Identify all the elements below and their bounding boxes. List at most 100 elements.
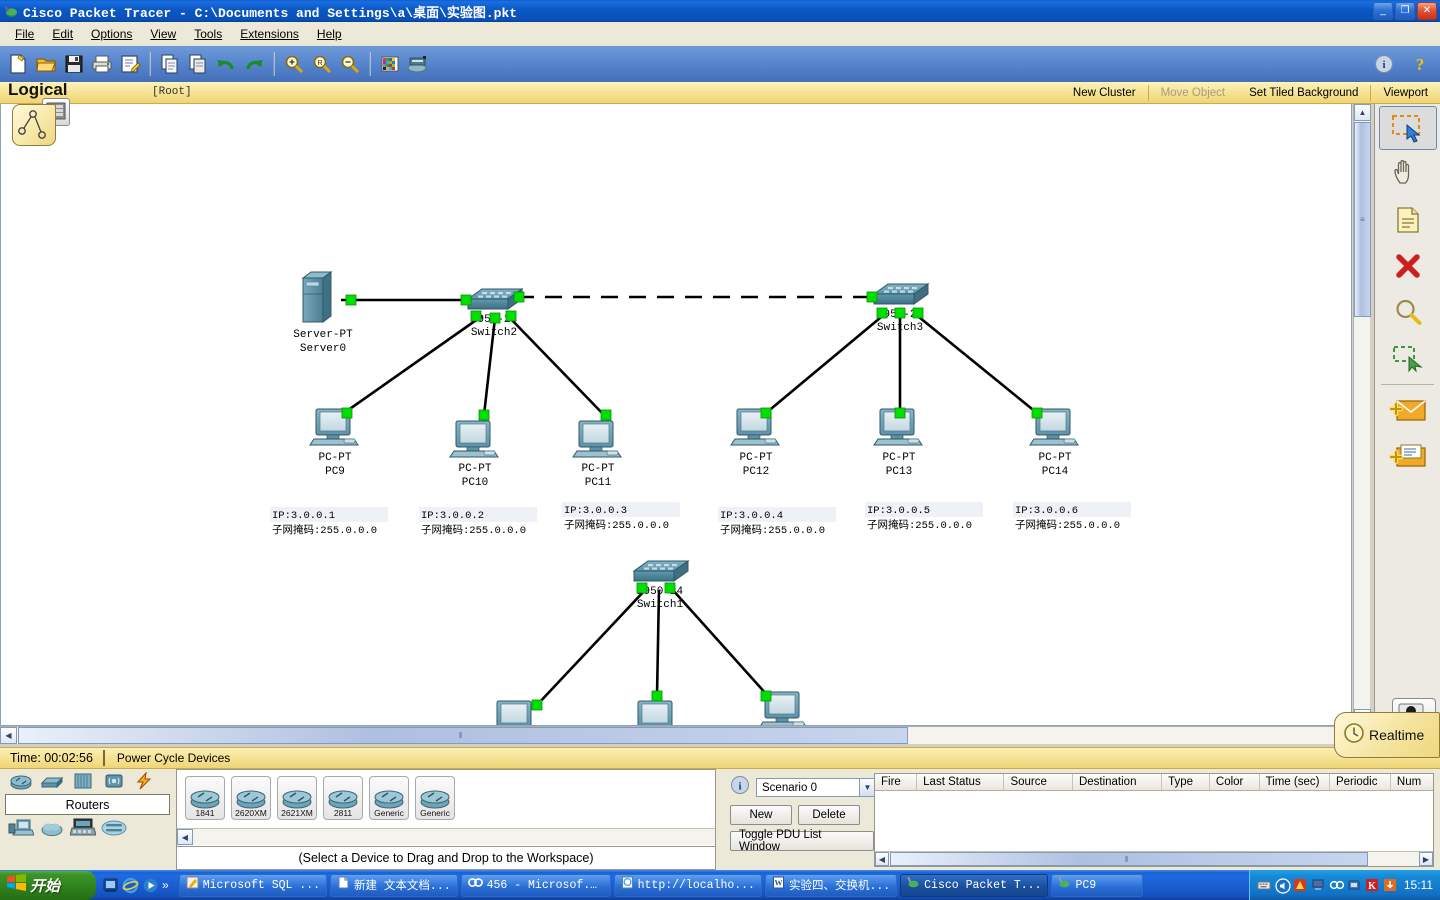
logical-workspace-canvas[interactable]: Server-PT Server0 2950-24 Switch2 2950-2… <box>0 104 1352 726</box>
device-pc10[interactable] <box>449 420 499 458</box>
print-icon[interactable] <box>88 49 116 79</box>
toggle-pdu-list-button[interactable]: Toggle PDU List Window <box>730 829 874 853</box>
resize-shape-tool[interactable] <box>1379 336 1437 380</box>
wireless-category-icon[interactable] <box>101 771 127 791</box>
pdu-col-type[interactable]: Type <box>1162 774 1210 790</box>
add-complex-pdu-tool[interactable] <box>1379 435 1437 479</box>
network-icon[interactable] <box>1311 878 1325 892</box>
pdu-scroll-left-arrow[interactable]: ◀ <box>875 852 889 866</box>
workspace-horizontal-scrollbar[interactable]: ◀ ⦀ ▶ <box>0 726 1353 744</box>
view-switcher-bubble[interactable] <box>12 98 70 150</box>
end-devices-category-icon[interactable] <box>8 818 34 838</box>
vertical-scroll-thumb[interactable]: ≡ <box>1354 122 1371 317</box>
pdu-scroll-thumb[interactable]: ⦀ <box>890 852 1368 866</box>
new-file-icon[interactable] <box>4 49 32 79</box>
scroll-left-arrow[interactable]: ◀ <box>0 727 17 744</box>
help-icon[interactable]: ? <box>1406 49 1434 79</box>
menu-tools[interactable]: Tools <box>185 24 231 44</box>
link-switch2-pc9[interactable] <box>343 314 483 415</box>
place-note-tool[interactable] <box>1379 198 1437 242</box>
link-switch1-pc8[interactable] <box>670 587 769 697</box>
redo-icon[interactable] <box>240 49 268 79</box>
delete-tool[interactable] <box>1379 244 1437 288</box>
zoom-reset-icon[interactable]: R <box>308 49 336 79</box>
paste-icon[interactable] <box>184 49 212 79</box>
device-model-generic-1[interactable]: Generic <box>369 776 409 820</box>
hubs-category-icon[interactable] <box>70 771 96 791</box>
device-model-2811[interactable]: 2811 <box>323 776 363 820</box>
minimize-button[interactable]: _ <box>1373 2 1393 20</box>
keyboard-layout-icon[interactable] <box>1257 878 1271 892</box>
workspace-vertical-scrollbar[interactable]: ▲ ≡ ▼ <box>1353 104 1371 726</box>
move-layout-tool[interactable] <box>1379 152 1437 196</box>
pdu-table-body[interactable] <box>875 791 1433 851</box>
pdu-col-source[interactable]: Source <box>1004 774 1073 790</box>
set-tiled-background-button[interactable]: Set Tiled Background <box>1237 87 1370 99</box>
logical-view-tab[interactable]: Logical <box>8 80 68 100</box>
multiuser-connection-category-icon[interactable] <box>101 818 127 838</box>
wan-emulation-category-icon[interactable] <box>39 818 65 838</box>
logical-view-icon[interactable] <box>12 104 56 146</box>
custom-devices-icon[interactable] <box>404 49 432 79</box>
task-word-doc[interactable]: W 实验四、交换机... <box>764 873 898 897</box>
task-pc9-window[interactable]: PC9 <box>1051 873 1144 897</box>
menu-extensions[interactable]: Extensions <box>231 24 308 44</box>
device-switch3[interactable] <box>873 283 929 305</box>
undo-icon[interactable] <box>212 49 240 79</box>
start-button[interactable]: 开始 <box>0 870 96 900</box>
device-pc12[interactable] <box>730 408 780 446</box>
pdu-col-periodic[interactable]: Periodic <box>1330 774 1391 790</box>
pdu-table-hscrollbar[interactable]: ◀ ⦀ ▶ <box>875 851 1433 866</box>
menu-file[interactable]: File <box>6 24 43 44</box>
scenario-info-icon[interactable]: i <box>730 775 750 800</box>
device-server0[interactable] <box>302 271 332 325</box>
pdu-scroll-right-arrow[interactable]: ▶ <box>1419 852 1433 866</box>
pdu-col-color[interactable]: Color <box>1210 774 1260 790</box>
device-pc7[interactable] <box>631 700 681 726</box>
save-file-icon[interactable] <box>60 49 88 79</box>
volume-icon[interactable] <box>1275 878 1291 894</box>
scroll-up-arrow[interactable]: ▲ <box>1354 104 1371 121</box>
inspect-tool[interactable] <box>1379 290 1437 334</box>
zoom-in-icon[interactable] <box>280 49 308 79</box>
device-model-scroll-row[interactable]: ◀ <box>177 828 715 845</box>
device-model-1841[interactable]: 1841 <box>185 776 225 820</box>
realtime-mode-tab[interactable]: Realtime <box>1334 712 1440 758</box>
pdu-col-last-status[interactable]: Last Status <box>917 774 1005 790</box>
device-switch1[interactable] <box>633 560 689 582</box>
connections-category-icon[interactable] <box>132 771 158 791</box>
viewport-button[interactable]: Viewport <box>1371 87 1440 99</box>
usb-icon[interactable] <box>1347 878 1361 892</box>
delete-scenario-button[interactable]: Delete <box>798 805 860 825</box>
pdu-col-num[interactable]: Num <box>1391 774 1433 790</box>
add-simple-pdu-tool[interactable] <box>1379 389 1437 433</box>
horizontal-scroll-thumb[interactable]: ⦀ <box>18 727 908 744</box>
scenario-select[interactable]: Scenario 0 ▼ <box>756 778 876 797</box>
internet-explorer-icon[interactable] <box>122 877 139 894</box>
custom-made-devices-category-icon[interactable] <box>70 818 96 838</box>
model-scroll-left-arrow[interactable]: ◀ <box>177 829 193 845</box>
menu-options[interactable]: Options <box>82 24 141 44</box>
device-model-2621xm[interactable]: 2621XM <box>277 776 317 820</box>
messenger-icon[interactable] <box>1329 878 1345 892</box>
task-packet-tracer[interactable]: Cisco Packet T... <box>900 873 1049 897</box>
taskbar-clock[interactable]: 15:11 <box>1401 878 1433 892</box>
menu-help[interactable]: Help <box>308 24 351 44</box>
close-button[interactable]: ✕ <box>1417 2 1437 20</box>
menu-edit[interactable]: Edit <box>43 24 82 44</box>
media-player-icon[interactable] <box>142 877 159 894</box>
chevron-down-icon[interactable]: ▼ <box>859 779 875 796</box>
link-switch2-pc11[interactable] <box>507 315 605 416</box>
link-switch3-pc12[interactable] <box>765 312 887 414</box>
task-browser[interactable]: http://localho... <box>613 873 762 897</box>
quicklaunch-overflow-icon[interactable]: » <box>162 878 169 892</box>
copy-icon[interactable] <box>156 49 184 79</box>
link-switch3-pc14[interactable] <box>913 311 1038 415</box>
link-switch1-pc6[interactable] <box>536 587 648 706</box>
task-msn[interactable]: 456 - Microsof... <box>460 873 611 897</box>
pdu-col-time[interactable]: Time (sec) <box>1260 774 1330 790</box>
task-notepad[interactable]: 新建 文本文档... <box>330 873 458 897</box>
open-file-icon[interactable] <box>32 49 60 79</box>
routers-category-icon[interactable] <box>8 771 34 791</box>
activity-wizard-icon[interactable] <box>116 49 144 79</box>
